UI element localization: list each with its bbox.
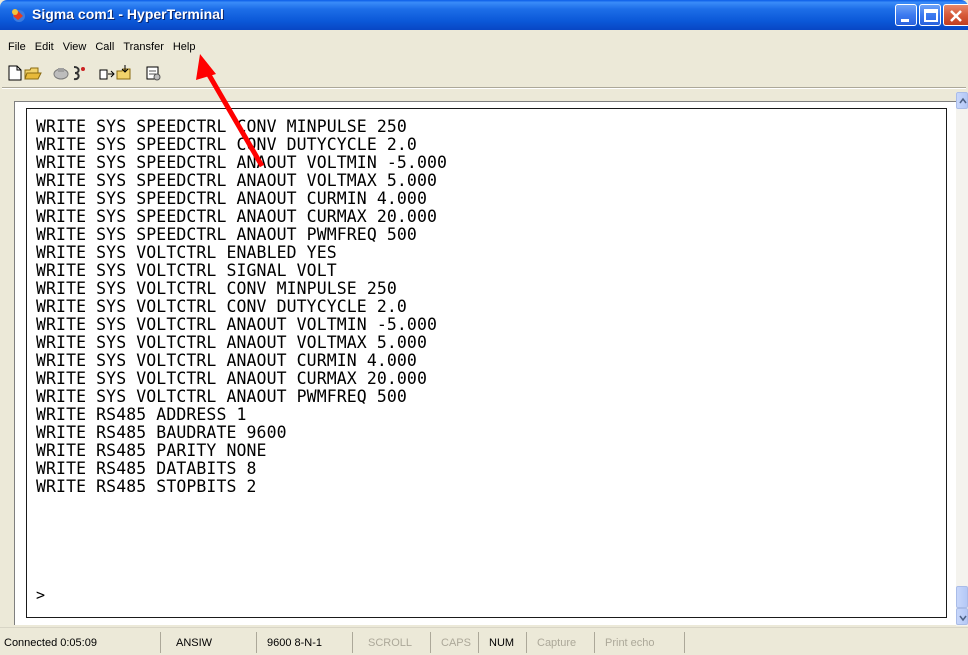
maximize-button[interactable]: [919, 4, 941, 26]
hyperterminal-app-icon[interactable]: [10, 7, 26, 23]
minimize-button[interactable]: [895, 4, 917, 26]
status-print-echo: Print echo: [594, 632, 684, 653]
open-icon[interactable]: [24, 64, 42, 82]
terminal-line: WRITE SYS VOLTCTRL SIGNAL VOLT: [36, 261, 337, 281]
toolbar: [0, 60, 968, 86]
title-bar[interactable]: Sigma com1 - HyperTerminal: [0, 0, 968, 30]
terminal-line: WRITE SYS VOLTCTRL ENABLED YES: [36, 243, 337, 263]
status-port-settings: 9600 8-N-1: [256, 632, 348, 653]
terminal-line: WRITE SYS VOLTCTRL CONV DUTYCYCLE 2.0: [36, 297, 407, 317]
menu-help[interactable]: Help: [169, 38, 201, 58]
terminal-line: WRITE RS485 STOPBITS 2: [36, 477, 257, 497]
terminal-line: WRITE SYS VOLTCTRL ANAOUT CURMIN 4.000: [36, 351, 417, 371]
new-icon[interactable]: [6, 64, 24, 82]
terminal-line: WRITE SYS VOLTCTRL ANAOUT PWMFREQ 500: [36, 387, 407, 407]
terminal-line: WRITE SYS VOLTCTRL ANAOUT VOLTMIN -5.000: [36, 315, 438, 335]
terminal-line: WRITE SYS SPEEDCTRL ANAOUT VOLTMIN -5.00…: [36, 153, 448, 173]
terminal-line: WRITE SYS SPEEDCTRL CONV MINPULSE 250: [36, 117, 407, 137]
terminal-line: WRITE SYS SPEEDCTRL ANAOUT CURMIN 4.000: [36, 189, 427, 209]
menu-bar: File Edit View Call Transfer Help: [4, 38, 200, 58]
menu-view[interactable]: View: [59, 38, 92, 58]
terminal-line: WRITE RS485 BAUDRATE 9600: [36, 423, 287, 443]
status-caps: CAPS: [430, 632, 476, 653]
send-icon[interactable]: [98, 64, 116, 82]
terminal-line: WRITE SYS SPEEDCTRL ANAOUT PWMFREQ 500: [36, 225, 417, 245]
terminal-line: WRITE SYS SPEEDCTRL CONV DUTYCYCLE 2.0: [36, 135, 417, 155]
terminal-line: WRITE SYS VOLTCTRL CONV MINPULSE 250: [36, 279, 397, 299]
hyperterminal-window: Sigma com1 - HyperTerminal File Edit Vie…: [0, 0, 968, 655]
terminal-line: WRITE SYS SPEEDCTRL ANAOUT VOLTMAX 5.000: [36, 171, 438, 191]
status-capture: Capture: [526, 632, 592, 653]
terminal-line: WRITE RS485 DATABITS 8: [36, 459, 257, 479]
menu-transfer[interactable]: Transfer: [119, 38, 169, 58]
disconnect-icon[interactable]: [52, 64, 70, 82]
menu-file[interactable]: File: [4, 38, 31, 58]
scroll-down-button[interactable]: [956, 608, 968, 625]
terminal-line: WRITE SYS SPEEDCTRL ANAOUT CURMAX 20.000: [36, 207, 438, 227]
vertical-scrollbar[interactable]: [956, 92, 968, 626]
terminal-line: WRITE SYS VOLTCTRL ANAOUT VOLTMAX 5.000: [36, 333, 427, 353]
status-num: NUM: [478, 632, 524, 653]
receive-icon[interactable]: [116, 64, 134, 82]
window-title: Sigma com1 - HyperTerminal: [32, 6, 224, 22]
status-scroll: SCROLL: [352, 632, 428, 653]
scroll-up-button[interactable]: [956, 92, 968, 109]
terminal-prompt: >: [36, 586, 46, 604]
dial-icon[interactable]: [70, 64, 88, 82]
menu-call[interactable]: Call: [91, 38, 119, 58]
scrollbar-thumb[interactable]: [956, 586, 968, 608]
menu-edit[interactable]: Edit: [31, 38, 59, 58]
terminal-line: WRITE RS485 ADDRESS 1: [36, 405, 247, 425]
terminal-line: WRITE RS485 PARITY NONE: [36, 441, 267, 461]
status-spacer: [684, 632, 956, 653]
close-button[interactable]: [943, 4, 968, 26]
toolbar-divider: [2, 87, 966, 89]
status-emulation: ANSIW: [160, 632, 252, 653]
terminal-line: WRITE SYS VOLTCTRL ANAOUT CURMAX 20.000: [36, 369, 427, 389]
properties-icon[interactable]: [144, 64, 162, 82]
status-connected: Connected 0:05:09: [4, 637, 97, 649]
